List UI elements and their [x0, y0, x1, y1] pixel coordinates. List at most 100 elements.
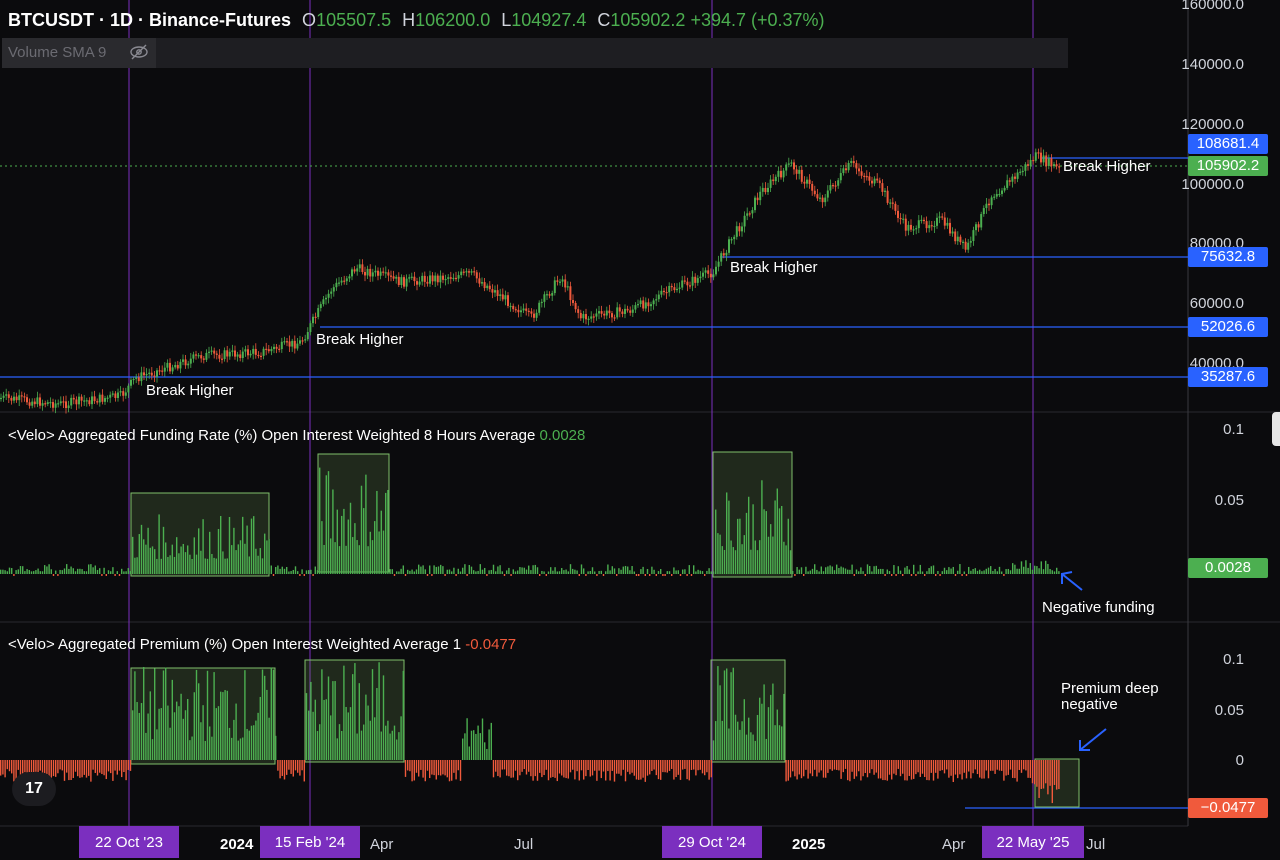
- candle-body: [803, 181, 806, 184]
- funding-bar: [688, 565, 690, 574]
- premium-bar: [343, 665, 345, 760]
- premium-indicator-name[interactable]: <Velo> Aggregated Premium (%) Open Inter…: [8, 636, 461, 653]
- premium-bar: [387, 720, 389, 760]
- funding-bar: [697, 569, 699, 574]
- price-tag-level[interactable]: 75632.8: [1188, 247, 1268, 267]
- premium-bar: [415, 760, 418, 773]
- event-date-tag[interactable]: 15 Feb '24: [260, 826, 360, 858]
- premium-bar: [204, 740, 206, 760]
- candle-body: [260, 355, 262, 358]
- premium-bar: [112, 760, 114, 781]
- price-tag-level[interactable]: 52026.6: [1188, 317, 1268, 337]
- premium-bar: [341, 730, 343, 760]
- candle-body: [137, 377, 140, 382]
- premium-bar: [618, 760, 620, 774]
- price-tag-level[interactable]: 108681.4: [1188, 134, 1268, 154]
- event-date-tag[interactable]: 22 Oct '23: [79, 826, 179, 858]
- candle-body: [899, 217, 902, 220]
- premium-bar: [550, 760, 552, 778]
- candle-body: [691, 276, 694, 286]
- funding-bar: [803, 574, 805, 576]
- premium-bar: [649, 760, 651, 775]
- funding-bar: [140, 524, 143, 574]
- open-label: O: [302, 10, 317, 30]
- premium-bar: [638, 760, 640, 780]
- candle-body: [340, 280, 343, 283]
- premium-bar: [607, 760, 609, 772]
- candle-body: [1024, 164, 1027, 171]
- funding-bar: [844, 568, 847, 574]
- candle-body: [772, 179, 775, 182]
- premium-bar: [316, 731, 319, 760]
- premium-bar: [941, 760, 943, 771]
- candle-body: [96, 401, 99, 403]
- break-higher-label[interactable]: Break Higher: [316, 331, 404, 348]
- premium-bar: [160, 708, 162, 760]
- premium-bar: [1040, 760, 1042, 789]
- funding-bar: [279, 568, 281, 574]
- funding-bar: [831, 566, 833, 574]
- candle-body: [712, 274, 715, 278]
- event-date-tag[interactable]: 22 May '25: [982, 826, 1084, 858]
- premium-bar: [77, 760, 79, 777]
- tradingview-logo[interactable]: 17: [12, 772, 56, 806]
- eye-slash-icon[interactable]: [130, 44, 148, 60]
- candle-body: [98, 394, 101, 403]
- funding-bar: [787, 518, 789, 574]
- candle-body: [322, 299, 325, 305]
- candle-body: [793, 162, 795, 170]
- candle-body: [673, 287, 676, 291]
- price-tag-level[interactable]: 35287.6: [1188, 367, 1268, 387]
- break-higher-label[interactable]: Break Higher: [146, 382, 234, 399]
- time-axis-label: 2025: [792, 836, 826, 853]
- funding-bar: [316, 570, 319, 574]
- premium-bar: [853, 760, 855, 779]
- negative-funding-label[interactable]: Negative funding: [1042, 599, 1155, 616]
- break-higher-label[interactable]: Break Higher: [730, 259, 818, 276]
- funding-bar: [244, 543, 246, 574]
- funding-indicator-name[interactable]: <Velo> Aggregated Funding Rate (%) Open …: [8, 427, 535, 444]
- funding-bar: [968, 566, 970, 574]
- premium-bar: [182, 718, 184, 760]
- candle-body: [572, 300, 574, 303]
- candle-body: [483, 282, 486, 289]
- panel-collapse-handle[interactable]: [1272, 412, 1280, 446]
- premium-bar: [715, 721, 717, 760]
- funding-bar: [1014, 564, 1016, 574]
- event-date-tag[interactable]: 29 Oct '24: [662, 826, 762, 858]
- funding-bar: [875, 565, 877, 574]
- premium-bar: [92, 760, 94, 770]
- premium-bar: [994, 760, 996, 774]
- premium-bar: [499, 760, 501, 778]
- candle-body: [444, 278, 447, 281]
- candle-body: [351, 269, 353, 277]
- funding-bar: [963, 571, 965, 574]
- candle-body: [44, 403, 47, 405]
- funding-bar: [72, 568, 74, 574]
- break-higher-label[interactable]: Break Higher: [1063, 158, 1151, 175]
- premium-bar: [420, 760, 422, 770]
- candle-body: [1014, 176, 1016, 179]
- premium-last-tag[interactable]: −0.0477: [1188, 798, 1268, 818]
- time-axis-label: Jul: [514, 836, 534, 853]
- premium-bar: [985, 760, 987, 771]
- volume-indicator-label[interactable]: Volume SMA 9: [2, 38, 156, 68]
- premium-bar: [829, 760, 831, 770]
- premium-bar: [237, 740, 239, 760]
- candle-body: [720, 253, 723, 262]
- premium-bar: [228, 727, 231, 760]
- candle-body: [309, 323, 312, 333]
- premium-bar: [1029, 760, 1031, 778]
- price-tag-last[interactable]: 105902.2: [1188, 156, 1268, 176]
- funding-bar: [85, 571, 88, 574]
- candle-body: [650, 304, 652, 307]
- candle-body: [122, 391, 125, 396]
- premium-bar: [754, 740, 756, 760]
- candle-body: [837, 180, 840, 186]
- funding-bar: [239, 540, 242, 574]
- funding-last-tag[interactable]: 0.0028: [1188, 558, 1268, 578]
- premium-bar: [385, 725, 387, 760]
- symbol-title[interactable]: BTCUSDT · 1D · Binance-Futures: [8, 10, 291, 30]
- funding-bar: [220, 515, 222, 574]
- funding-bar: [143, 539, 145, 574]
